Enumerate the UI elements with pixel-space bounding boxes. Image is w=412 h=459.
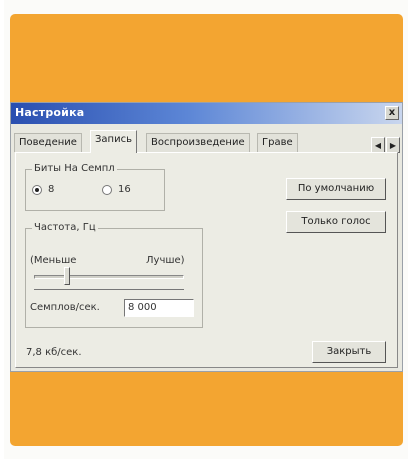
tab-strip: Поведение Запись Воспроизведение Граве ◀… [11,129,402,153]
chevron-left-icon[interactable]: ◀ [371,137,385,153]
frequency-label: Частота, Гц [32,222,98,233]
bits-16-radio[interactable]: 16 [102,184,131,195]
accent-band-top [10,14,403,102]
title-bar[interactable]: Настройка x [11,103,402,124]
bitrate-status: 7,8 кб/сек. [26,347,82,358]
close-button[interactable]: Закрыть [312,341,386,363]
bits-8-radio[interactable]: 8 [32,184,54,195]
accent-band-bottom [10,372,403,446]
radio-unselected-icon [102,184,112,195]
tab-scroll-controls: ◀ ▶ [370,133,400,153]
samples-per-sec-label: Семплов/сек. [30,302,100,313]
window-title: Настройка [15,106,85,119]
chevron-right-icon[interactable]: ▶ [386,137,400,153]
bits-16-label: 16 [118,184,131,195]
bits-per-sample-group: Биты На Семпл 8 16 [25,163,165,211]
tab-more[interactable]: Граве [257,133,298,152]
settings-dialog: Настройка x Поведение Запись Воспроизвед… [10,102,403,372]
frequency-group: Частота, Гц (Меньше Лучше) Семплов/сек. … [25,222,203,328]
quality-slider-thumb[interactable] [64,267,70,285]
voice-only-button[interactable]: Только голос [286,211,386,233]
slider-max-label: Лучше) [146,255,185,266]
tab-recording[interactable]: Запись [90,130,137,153]
slider-min-label: (Меньше [30,255,77,266]
samples-per-sec-field[interactable]: 8 000 [124,299,194,317]
bits-8-label: 8 [48,184,55,195]
radio-selected-icon [32,184,42,195]
tab-behavior[interactable]: Поведение [14,133,82,152]
default-button[interactable]: По умолчанию [286,178,386,200]
bits-per-sample-label: Биты На Семпл [32,163,117,174]
tab-playback[interactable]: Воспроизведение [146,133,250,152]
recording-panel: Биты На Семпл 8 16 Частота, Гц (Меньше Л… [15,152,398,368]
quality-slider-track[interactable] [34,275,184,279]
close-icon[interactable]: x [385,106,399,120]
slider-ticks [34,289,184,292]
